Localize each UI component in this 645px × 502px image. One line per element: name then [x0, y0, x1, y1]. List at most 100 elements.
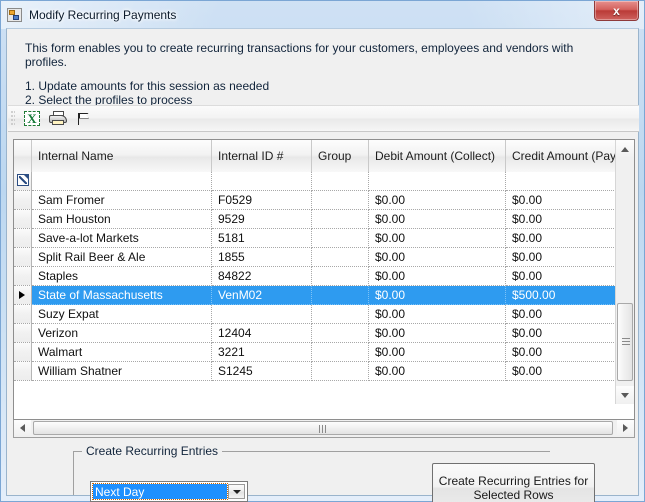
schedule-combobox-value[interactable]: Next Day	[92, 483, 228, 500]
cell-internal-id[interactable]: 3221	[212, 343, 312, 362]
title-bar[interactable]: Modify Recurring Payments x	[1, 1, 644, 28]
cell-debit[interactable]: $0.00	[369, 191, 506, 210]
table-row[interactable]: Suzy Expat $0.00 $0.00	[14, 305, 618, 324]
row-header[interactable]	[14, 324, 32, 343]
cell-internal-name[interactable]: Verizon	[32, 324, 212, 343]
cell-debit[interactable]: $0.00	[369, 362, 506, 381]
cell-group[interactable]	[312, 172, 369, 191]
cell-debit[interactable]: $0.00	[369, 267, 506, 286]
cell-debit[interactable]: $0.00	[369, 229, 506, 248]
cell-internal-name[interactable]: Save-a-lot Markets	[32, 229, 212, 248]
horizontal-scroll-thumb[interactable]	[33, 421, 613, 435]
vertical-scroll-thumb[interactable]	[617, 303, 633, 381]
cell-group[interactable]	[312, 267, 369, 286]
cell-internal-name[interactable]: Walmart	[32, 343, 212, 362]
row-header-new[interactable]	[14, 172, 32, 191]
cell-credit[interactable]: $0.00	[506, 362, 618, 381]
cell-credit[interactable]: $0.00	[506, 229, 618, 248]
data-grid[interactable]: Internal Name Internal ID # Group Debit …	[13, 139, 635, 420]
cell-internal-id[interactable]: VenM02	[212, 286, 312, 305]
cell-credit[interactable]	[506, 172, 618, 191]
cell-internal-name[interactable]: Split Rail Beer & Ale	[32, 248, 212, 267]
cell-group[interactable]	[312, 191, 369, 210]
cell-internal-name[interactable]: Sam Fromer	[32, 191, 212, 210]
cell-internal-id[interactable]: S1245	[212, 362, 312, 381]
toolbar-grip[interactable]	[11, 110, 15, 127]
cell-group[interactable]	[312, 343, 369, 362]
column-header-group[interactable]: Group	[312, 140, 369, 172]
row-header[interactable]	[14, 362, 32, 381]
cell-debit[interactable]	[369, 172, 506, 191]
schedule-combobox-dropdown-button[interactable]	[228, 484, 245, 499]
column-header-internal-name[interactable]: Internal Name	[32, 140, 212, 172]
row-header[interactable]	[14, 191, 32, 210]
cell-internal-id[interactable]: F0529	[212, 191, 312, 210]
close-button[interactable]: x	[594, 1, 639, 21]
cell-internal-id[interactable]: 5181	[212, 229, 312, 248]
row-header[interactable]	[14, 286, 32, 305]
cell-group[interactable]	[312, 248, 369, 267]
grid-horizontal-scrollbar[interactable]	[13, 420, 635, 438]
cell-internal-id[interactable]: 84822	[212, 267, 312, 286]
cell-internal-id[interactable]: 12404	[212, 324, 312, 343]
cell-credit[interactable]: $0.00	[506, 324, 618, 343]
cell-debit[interactable]: $0.00	[369, 248, 506, 267]
schedule-combobox[interactable]: Next Day	[90, 481, 248, 502]
cell-internal-name[interactable]: State of Massachusetts	[32, 286, 212, 305]
cell-debit[interactable]: $0.00	[369, 343, 506, 362]
cell-internal-name[interactable]: Staples	[32, 267, 212, 286]
cell-credit[interactable]: $0.00	[506, 305, 618, 324]
cell-group[interactable]	[312, 305, 369, 324]
scroll-left-button[interactable]	[14, 420, 31, 436]
create-recurring-entries-button[interactable]: Create Recurring Entries for Selected Ro…	[432, 463, 595, 502]
export-excel-button[interactable]: X	[19, 106, 45, 131]
row-header[interactable]	[14, 305, 32, 324]
cell-internal-name[interactable]: William Shatner	[32, 362, 212, 381]
column-header-internal-id[interactable]: Internal ID #	[212, 140, 312, 172]
cell-group[interactable]	[312, 210, 369, 229]
row-header[interactable]	[14, 210, 32, 229]
cell-internal-id[interactable]	[212, 305, 312, 324]
table-row[interactable]: William Shatner S1245 $0.00 $0.00	[14, 362, 618, 381]
cell-debit[interactable]: $0.00	[369, 324, 506, 343]
scroll-down-button[interactable]	[616, 386, 634, 404]
cell-credit[interactable]: $0.00	[506, 267, 618, 286]
table-row[interactable]: State of Massachusetts VenM02 $0.00 $500.00	[14, 286, 618, 305]
cell-group[interactable]	[312, 229, 369, 248]
cell-debit[interactable]: $0.00	[369, 210, 506, 229]
flag-button[interactable]	[71, 106, 97, 131]
cell-group[interactable]	[312, 286, 369, 305]
row-header[interactable]	[14, 267, 32, 286]
cell-internal-name[interactable]	[32, 172, 212, 191]
table-row[interactable]: Sam Fromer F0529 $0.00 $0.00	[14, 191, 618, 210]
cell-internal-id[interactable]: 1855	[212, 248, 312, 267]
table-row[interactable]: Verizon 12404 $0.00 $0.00	[14, 324, 618, 343]
cell-credit[interactable]: $0.00	[506, 191, 618, 210]
table-row-new[interactable]	[14, 172, 618, 191]
grid-corner-header[interactable]	[14, 140, 32, 172]
scroll-up-button[interactable]	[616, 140, 634, 158]
cell-internal-name[interactable]: Sam Houston	[32, 210, 212, 229]
cell-credit[interactable]: $0.00	[506, 248, 618, 267]
cell-group[interactable]	[312, 324, 369, 343]
table-row[interactable]: Save-a-lot Markets 5181 $0.00 $0.00	[14, 229, 618, 248]
table-row[interactable]: Walmart 3221 $0.00 $0.00	[14, 343, 618, 362]
grid-vertical-scrollbar[interactable]	[615, 140, 634, 404]
cell-internal-id[interactable]: 9529	[212, 210, 312, 229]
cell-internal-id[interactable]	[212, 172, 312, 191]
row-header[interactable]	[14, 229, 32, 248]
row-header[interactable]	[14, 343, 32, 362]
cell-credit[interactable]: $500.00	[506, 286, 618, 305]
table-row[interactable]: Split Rail Beer & Ale 1855 $0.00 $0.00	[14, 248, 618, 267]
column-header-debit-amount[interactable]: Debit Amount (Collect)	[369, 140, 506, 172]
cell-debit[interactable]: $0.00	[369, 286, 506, 305]
table-row[interactable]: Sam Houston 9529 $0.00 $0.00	[14, 210, 618, 229]
scroll-right-button[interactable]	[617, 420, 634, 436]
row-header[interactable]	[14, 248, 32, 267]
cell-credit[interactable]: $0.00	[506, 210, 618, 229]
cell-group[interactable]	[312, 362, 369, 381]
cell-debit[interactable]: $0.00	[369, 305, 506, 324]
cell-credit[interactable]: $0.00	[506, 343, 618, 362]
cell-internal-name[interactable]: Suzy Expat	[32, 305, 212, 324]
print-button[interactable]	[45, 106, 71, 131]
